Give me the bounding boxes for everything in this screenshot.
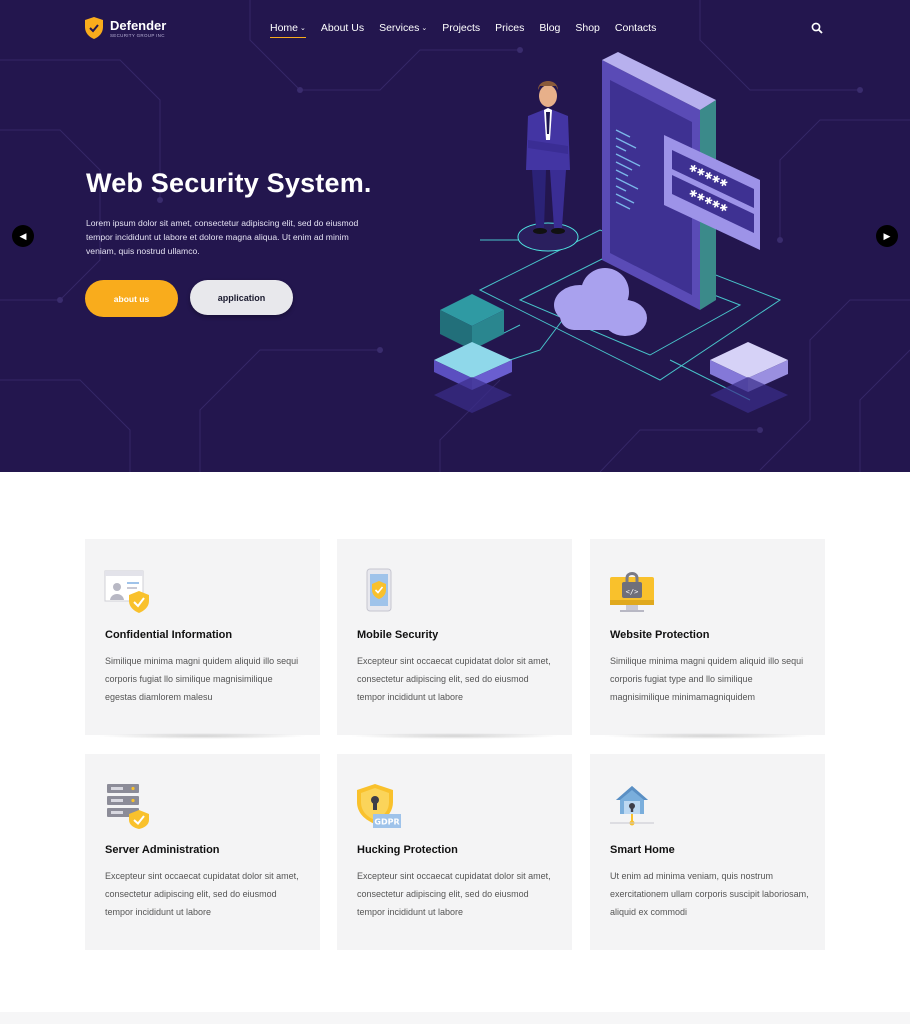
slider-prev-arrow[interactable]: ◀ — [12, 225, 34, 247]
hero-description: Lorem ipsum dolor sit amet, consectetur … — [86, 218, 359, 256]
card-text: Excepteur sint occaecat cupidatat dolor … — [357, 871, 551, 917]
nav-item-label: About Us — [320, 22, 365, 34]
chevron-down-icon: ⌄ — [421, 25, 428, 32]
arrow-left-icon: ◀ — [19, 230, 27, 241]
smart-home-icon — [610, 786, 654, 826]
nav-item-label: Services — [379, 22, 420, 34]
service-card-mobile-security[interactable]: Mobile Security Excepteur sint occaecat … — [337, 539, 572, 739]
card-shadow — [97, 733, 308, 739]
slider-next-arrow[interactable]: ▶ — [876, 225, 898, 247]
card-title: Hucking Protection — [357, 844, 458, 856]
nav-item-label: Prices — [495, 22, 525, 34]
brand-logo[interactable]: Defender SECURITY GROUP INC — [84, 16, 166, 40]
hero-title: Web Security System. — [86, 168, 372, 198]
gdpr-badge: GDPR — [374, 818, 399, 827]
card-text: Excepteur sint occaecat cupidatat dolor … — [357, 656, 551, 702]
service-card-smart-home[interactable]: Smart Home Ut enim ad minima veniam, qui… — [590, 754, 825, 950]
card-text: Similique minima magni quidem aliquid il… — [105, 656, 299, 702]
monitor-lock-icon: </> — [610, 572, 654, 612]
card-text: Similique minima magni quidem aliquid il… — [610, 656, 804, 702]
hero-section: Defender SECURITY GROUP INC Home ⌄ About… — [0, 0, 910, 472]
service-card-confidential-information[interactable]: Confidential Information Similique minim… — [85, 539, 320, 739]
card-title: Mobile Security — [357, 629, 439, 641]
card-text: Excepteur sint occaecat cupidatat dolor … — [105, 871, 299, 917]
nav-item-contacts[interactable]: Contacts — [615, 21, 656, 35]
card-title: Confidential Information — [105, 629, 233, 641]
nav-menu: Home ⌄ About Us Services ⌄ Projects Pric… — [270, 21, 671, 38]
main-navigation: Defender SECURITY GROUP INC Home ⌄ About… — [0, 0, 910, 56]
gdpr-shield-icon: GDPR — [357, 784, 401, 828]
arrow-right-icon: ▶ — [883, 230, 891, 241]
phone-shield-icon — [366, 568, 392, 612]
footer-edge — [0, 1012, 910, 1024]
brand-tagline: SECURITY GROUP INC — [110, 32, 165, 38]
nav-item-label: Projects — [442, 22, 481, 34]
nav-item-shop[interactable]: Shop — [575, 21, 600, 35]
nav-item-about-us[interactable]: About Us — [321, 21, 364, 35]
service-card-server-administration[interactable]: Server Administration Excepteur sint occ… — [85, 754, 320, 950]
brand-text: Defender SECURITY GROUP INC — [110, 19, 166, 38]
card-text: Ut enim ad minima veniam, quis nostrum e… — [610, 871, 809, 917]
security-illustration: ✱✱✱✱✱ ✱✱✱✱✱ — [434, 52, 788, 413]
nav-item-label: Shop — [575, 22, 600, 34]
nav-item-prices[interactable]: Prices — [495, 21, 524, 35]
brand-name: Defender — [110, 17, 167, 33]
nav-item-label: Blog — [539, 22, 561, 34]
card-title: Website Protection — [610, 629, 710, 641]
nav-item-projects[interactable]: Projects — [442, 21, 480, 35]
nav-item-label: Home — [270, 22, 299, 34]
card-title: Smart Home — [610, 844, 675, 856]
nav-item-blog[interactable]: Blog — [539, 21, 560, 35]
about-us-button[interactable]: about us — [85, 280, 178, 317]
svg-text:</>: </> — [626, 588, 639, 596]
chevron-down-icon: ⌄ — [300, 25, 306, 32]
search-icon[interactable] — [811, 22, 823, 34]
service-card-hucking-protection[interactable]: GDPR Hucking Protection Excepteur sint o… — [337, 754, 572, 950]
shield-logo-icon — [85, 17, 103, 39]
card-title: Server Administration — [105, 844, 220, 856]
card-shadow — [602, 733, 813, 739]
nav-item-home[interactable]: Home ⌄ — [270, 21, 306, 38]
nav-item-services[interactable]: Services ⌄ — [379, 21, 427, 35]
card-shadow — [349, 733, 560, 739]
nav-item-label: Contacts — [614, 22, 657, 34]
application-button[interactable]: application — [190, 280, 293, 315]
id-card-shield-icon — [104, 570, 149, 613]
server-shield-icon — [107, 784, 149, 829]
service-card-website-protection[interactable]: </> Website Protection Similique minima … — [590, 539, 825, 739]
